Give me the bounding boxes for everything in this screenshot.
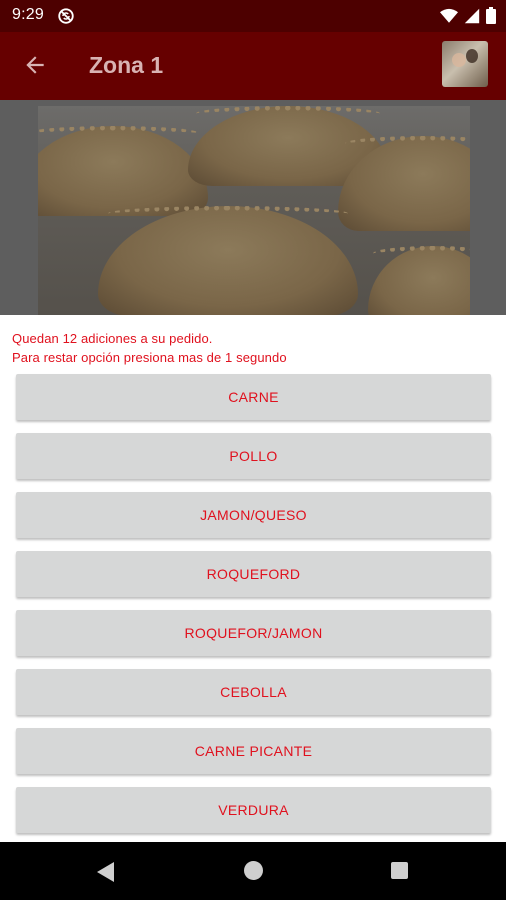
nav-home-icon[interactable] [244, 861, 263, 880]
option-button-jamon-queso[interactable]: JAMON/QUESO [16, 492, 491, 538]
empanada-shape [368, 246, 470, 315]
empanadas-photo [38, 106, 470, 315]
options-list: CARNE POLLO JAMON/QUESO ROQUEFORD ROQUEF… [16, 374, 491, 842]
option-button-cebolla[interactable]: CEBOLLA [16, 669, 491, 715]
remaining-additions-text: Quedan 12 adiciones a su pedido. [12, 331, 213, 346]
app-bar: Zona 1 [0, 32, 506, 100]
empanada-shape [38, 126, 208, 216]
status-time: 9:29 [12, 6, 44, 23]
user-avatar[interactable] [442, 41, 488, 87]
option-button-pollo[interactable]: POLLO [16, 433, 491, 479]
battery-icon [486, 7, 496, 24]
sync-off-icon [58, 8, 74, 24]
avatar-face [452, 53, 466, 67]
option-button-carne[interactable]: CARNE [16, 374, 491, 420]
cell-signal-icon [464, 8, 480, 23]
page-title: Zona 1 [89, 52, 164, 78]
empanada-shape [338, 136, 470, 231]
option-button-carne-picante[interactable]: CARNE PICANTE [16, 728, 491, 774]
scrim-background [0, 100, 506, 315]
nav-recents-icon[interactable] [391, 862, 408, 879]
nav-back-icon[interactable] [96, 861, 116, 883]
instruction-text: Para restar opción presiona mas de 1 seg… [12, 350, 287, 365]
avatar-face [466, 49, 478, 63]
options-dialog: Quedan 12 adiciones a su pedido. Para re… [0, 315, 506, 842]
option-button-roqueford[interactable]: ROQUEFORD [16, 551, 491, 597]
status-bar: 9:29 [0, 0, 506, 32]
empanada-shape [98, 206, 358, 315]
option-button-verdura[interactable]: VERDURA [16, 787, 491, 833]
wifi-icon [440, 8, 458, 23]
system-nav-bar [0, 842, 506, 900]
status-icons [440, 7, 496, 24]
option-button-roquefor-jamon[interactable]: ROQUEFOR/JAMON [16, 610, 491, 656]
arrow-left-icon[interactable] [22, 52, 48, 78]
